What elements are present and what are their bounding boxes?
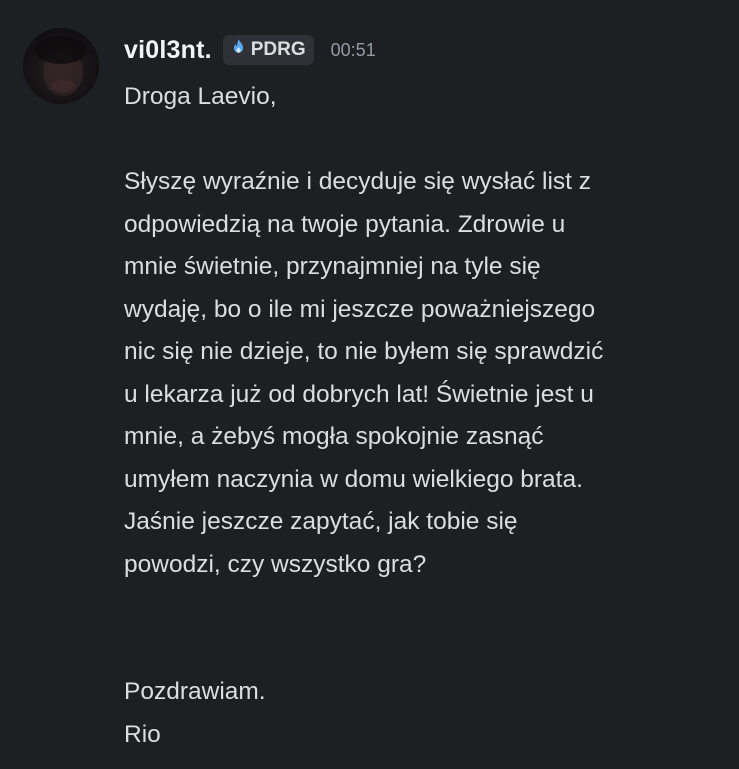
flame-icon [229, 38, 248, 62]
text-line: nic się nie dzieje, to nie byłem się spr… [124, 338, 604, 365]
greeting-line: Droga Laevio, [124, 83, 277, 110]
guild-tag-badge[interactable]: PDRG [222, 35, 314, 65]
closing-line: Pozdrawiam. [124, 678, 266, 705]
message-content: Droga Laevio, Słyszę wyraźnie i decyduje… [124, 76, 714, 756]
chat-message: vi0l3nt. PDRG 00:51 Droga Laevio, Słyszę… [0, 0, 739, 769]
signature-line: Rio [124, 720, 161, 748]
message-timestamp[interactable]: 00:51 [331, 40, 376, 61]
text-line: Słyszę wyraźnie i decyduje się wysłać li… [124, 168, 592, 195]
text-line: Jaśnie jeszcze zapytać, jak tobie się [124, 508, 518, 535]
guild-tag-label: PDRG [250, 39, 306, 60]
text-line: powodzi, czy wszystko gra? [124, 550, 427, 578]
text-line: u lekarza już od dobrych lat! Świetnie j… [124, 380, 594, 408]
text-line: odpowiedzią na twoje pytania. Zdrowie u [124, 210, 566, 238]
message-header: vi0l3nt. PDRG 00:51 [124, 30, 376, 70]
text-line: mnie świetnie, przynajmniej na tyle się [124, 253, 541, 280]
username[interactable]: vi0l3nt. [124, 36, 212, 65]
text-line: mnie, a żebyś mogła spokojnie zasnąć [124, 423, 544, 450]
text-line: umyłem naczynia w domu wielkiego brata. [124, 465, 583, 493]
avatar-image [23, 28, 99, 104]
text-line: wydaję, bo o ile mi jeszcze poważniejsze… [124, 295, 596, 323]
avatar[interactable] [23, 28, 99, 104]
